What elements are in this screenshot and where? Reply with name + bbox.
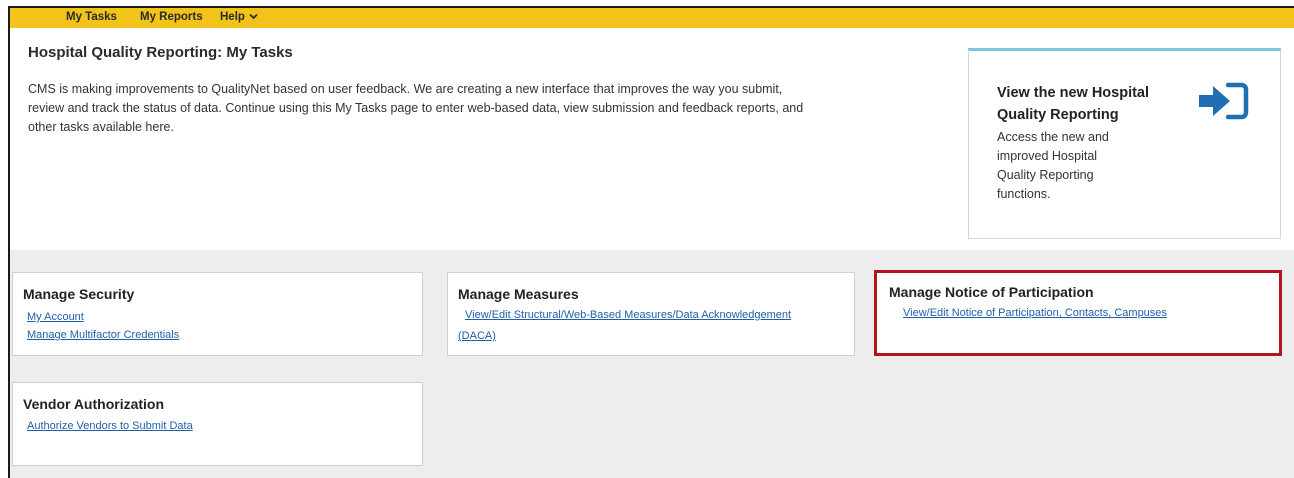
manage-multifactor-link[interactable]: Manage Multifactor Credentials: [27, 326, 179, 344]
card-title: Vendor Authorization: [23, 396, 165, 412]
manage-notice-of-participation-card: Manage Notice of Participation View/Edit…: [874, 270, 1282, 356]
intro-line: CMS is making improvements to QualityNet…: [28, 82, 783, 96]
view-edit-measures-link[interactable]: View/Edit Structural/Web-Based Measures/…: [465, 306, 791, 324]
card-title: Manage Notice of Participation: [889, 284, 1094, 300]
new-hqr-title-line: Quality Reporting: [997, 107, 1119, 123]
task-cards-grid: Manage Security My Account Manage Multif…: [10, 250, 1294, 478]
nav-help[interactable]: Help: [220, 11, 258, 23]
new-hqr-card[interactable]: View the new Hospital Quality Reporting …: [968, 48, 1281, 239]
header-section: Hospital Quality Reporting: My Tasks CMS…: [10, 28, 1294, 250]
new-hqr-title-line: View the new Hospital: [997, 85, 1150, 101]
page-title: Hospital Quality Reporting: My Tasks: [28, 44, 293, 61]
manage-security-card: Manage Security My Account Manage Multif…: [12, 272, 423, 356]
new-hqr-desc-line: Access the new and: [997, 130, 1109, 144]
nav-my-tasks[interactable]: My Tasks: [66, 11, 117, 23]
new-hqr-desc-line: improved Hospital: [997, 149, 1098, 163]
intro-text: CMS is making improvements to QualityNet…: [28, 80, 958, 137]
sign-in-arrow-icon[interactable]: [1197, 81, 1249, 126]
new-hqr-desc-line: Quality Reporting: [997, 168, 1094, 182]
authorize-vendors-link[interactable]: Authorize Vendors to Submit Data: [27, 417, 193, 435]
intro-line: review and track the status of data. Con…: [28, 101, 804, 115]
new-hqr-description: Access the new and improved Hospital Qua…: [997, 128, 1137, 204]
nav-my-reports[interactable]: My Reports: [140, 11, 203, 23]
my-account-link[interactable]: My Account: [27, 308, 84, 326]
manage-measures-card: Manage Measures View/Edit Structural/Web…: [447, 272, 855, 356]
intro-line: other tasks available here.: [28, 120, 174, 134]
view-edit-measures-link-cont[interactable]: (DACA): [458, 327, 496, 345]
vendor-authorization-card: Vendor Authorization Authorize Vendors t…: [12, 382, 423, 466]
app-frame: My Tasks My Reports Help Hospital Qualit…: [8, 6, 1294, 478]
card-title: Manage Measures: [458, 286, 579, 302]
card-title: Manage Security: [23, 286, 135, 302]
new-hqr-desc-line: functions.: [997, 187, 1051, 201]
nav-help-label: Help: [220, 11, 245, 24]
new-hqr-title: View the new Hospital Quality Reporting: [997, 82, 1187, 126]
chevron-down-icon: [249, 11, 258, 23]
view-edit-participation-link[interactable]: View/Edit Notice of Participation, Conta…: [903, 304, 1167, 322]
top-nav-bar: My Tasks My Reports Help: [10, 8, 1294, 28]
